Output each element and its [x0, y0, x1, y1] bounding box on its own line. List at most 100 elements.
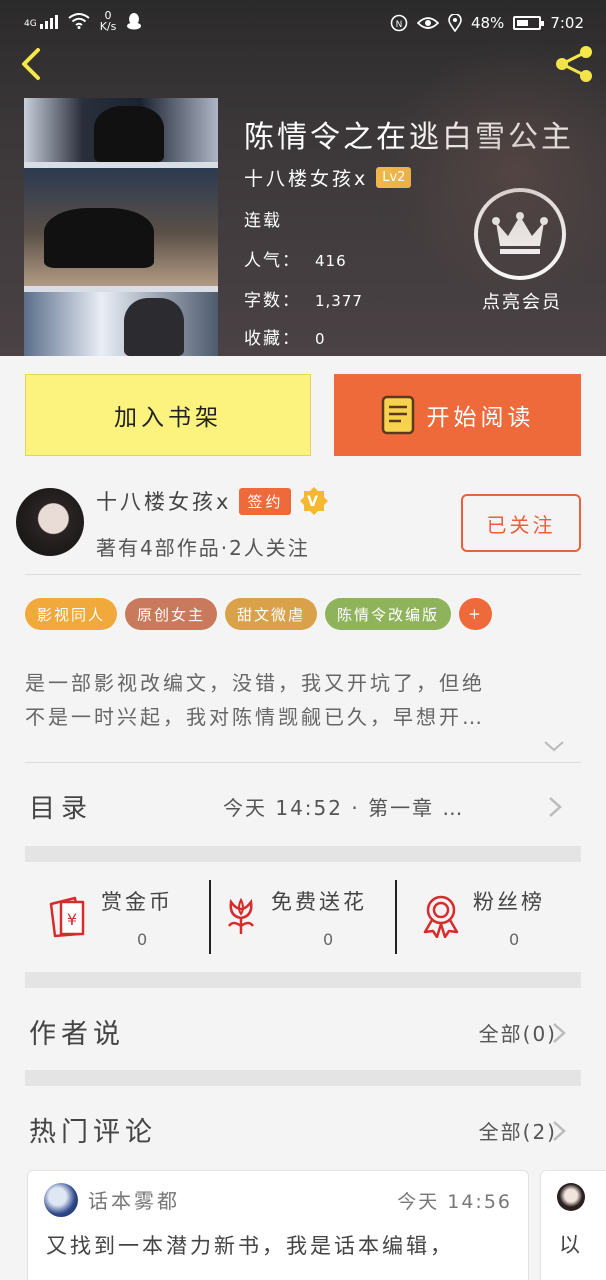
word-count-stat: 字数： 1,377: [244, 286, 363, 311]
favorites-value: 0: [315, 330, 326, 348]
section-gap: [25, 846, 581, 862]
red-envelope-icon: ¥: [49, 896, 85, 938]
gold-coin-reward[interactable]: ¥ 赏金币 0: [25, 880, 209, 954]
comment-card[interactable]: 以: [540, 1170, 606, 1280]
status-bar: 4G 0 K/s N 48% 7:02: [0, 0, 606, 50]
battery-icon: [513, 16, 545, 30]
tag-chip[interactable]: 影视同人: [25, 598, 118, 630]
reward-count: 0: [509, 930, 520, 949]
tag-list: 影视同人 原创女主 甜文微虐 陈情令改编版 +: [25, 598, 492, 630]
chevron-down-icon[interactable]: [542, 736, 566, 756]
share-button[interactable]: [552, 44, 596, 84]
author-name[interactable]: 十八楼女孩x: [96, 486, 231, 516]
book-icon: [381, 395, 414, 435]
tag-chip[interactable]: 原创女主: [125, 598, 218, 630]
follow-button[interactable]: 已关注: [461, 494, 581, 552]
author-name-row: 十八楼女孩x 签约 V: [96, 486, 329, 516]
divider: [25, 762, 581, 763]
more-tags-button[interactable]: +: [459, 598, 492, 630]
description-line: 是一部影视改编文，没错，我又开坑了，但绝: [25, 671, 485, 695]
start-reading-label: 开始阅读: [426, 405, 535, 431]
comment-text: 以: [559, 1233, 580, 1257]
tag-chip[interactable]: 陈情令改编版: [325, 598, 452, 630]
book-author-line: 十八楼女孩x Lv2: [244, 164, 412, 191]
book-description[interactable]: 是一部影视改编文，没错，我又开坑了，但绝 不是一时兴起，我对陈情觊觎已久，早想开…: [25, 666, 581, 734]
fan-ranking[interactable]: 粉丝榜 0: [397, 880, 581, 954]
section-gap: [25, 1070, 581, 1086]
hot-comments-row[interactable]: 热门评论 全部(2): [25, 1092, 581, 1164]
level-badge: Lv2: [376, 167, 412, 188]
start-reading-button[interactable]: 开始阅读: [334, 374, 581, 456]
network-speed: 0 K/s: [100, 10, 117, 32]
vip-label: 点亮会员: [482, 292, 562, 313]
battery-percent: 48%: [470, 14, 505, 32]
book-cover-image[interactable]: [24, 98, 218, 356]
svg-text:V: V: [308, 494, 322, 510]
serial-status: 连载: [244, 211, 282, 231]
popularity-label: 人气：: [244, 251, 301, 271]
book-title: 陈情令之在逃白雪公主: [244, 120, 574, 155]
vip-button[interactable]: 点亮会员: [474, 188, 570, 318]
crown-icon: [492, 212, 548, 254]
description-line: 不是一时兴起，我对陈情觊觎已久，早想开…: [25, 705, 485, 729]
word-count-value: 1,377: [315, 292, 363, 310]
free-flower-reward[interactable]: 免费送花 0: [211, 880, 395, 954]
reward-label: 免费送花: [271, 890, 367, 914]
comment-card[interactable]: 话本雾都 今天 14:56 又找到一本潜力新书，我是话本编辑，: [27, 1170, 529, 1280]
signed-badge: 签约: [239, 487, 292, 515]
eye-comfort-icon: [416, 17, 439, 29]
book-header: 4G 0 K/s N 48% 7:02 陈情令之在逃白雪公主 十八楼女孩x Lv…: [0, 0, 606, 356]
chevron-right-icon: [553, 1121, 566, 1141]
verified-v-icon: V: [300, 487, 329, 515]
status-left: 4G 0 K/s: [24, 10, 142, 32]
favorites-label: 收藏：: [244, 329, 301, 349]
medal-icon: [423, 895, 459, 938]
author-says-row[interactable]: 作者说 全部(0): [25, 994, 581, 1066]
hot-comments-label: 热门评论: [29, 1117, 157, 1148]
follow-label: 已关注: [486, 512, 556, 537]
add-to-shelf-button[interactable]: 加入书架: [25, 374, 311, 456]
svg-text:¥: ¥: [67, 910, 77, 929]
tag-chip[interactable]: 甜文微虐: [225, 598, 318, 630]
divider: [25, 574, 581, 575]
catalog-row[interactable]: 目录 今天 14:52 · 第一章 …: [25, 764, 581, 846]
book-detail-screen: 4G 0 K/s N 48% 7:02 陈情令之在逃白雪公主 十八楼女孩x Lv…: [0, 0, 606, 1280]
favorites-stat: 收藏： 0: [244, 324, 326, 349]
chevron-left-icon: [22, 48, 40, 80]
add-to-shelf-label: 加入书架: [114, 405, 222, 431]
svg-text:N: N: [396, 20, 403, 30]
chevron-right-icon: [549, 797, 562, 817]
status-right: N 48% 7:02: [390, 14, 584, 32]
signal-icon: 4G: [24, 13, 58, 29]
wifi-icon: [68, 13, 90, 29]
section-gap: [25, 972, 581, 988]
share-icon: [556, 46, 592, 82]
author-says-all: 全部(0): [478, 1022, 557, 1046]
author-says-label: 作者说: [29, 1019, 125, 1050]
clock: 7:02: [550, 14, 584, 32]
book-author[interactable]: 十八楼女孩x: [244, 164, 368, 191]
speed-unit: K/s: [99, 20, 117, 33]
reward-label: 赏金币: [101, 890, 173, 914]
commenter-avatar[interactable]: [44, 1183, 78, 1217]
popularity-value: 416: [315, 252, 347, 270]
qq-icon: [127, 13, 142, 30]
vip-ring: [474, 188, 566, 280]
nfc-icon: N: [390, 14, 408, 32]
author-works-count: 著有4部作品·2人关注: [96, 536, 310, 560]
catalog-label: 目录: [29, 794, 94, 824]
network-type: 4G: [24, 19, 37, 29]
word-count-label: 字数：: [244, 291, 301, 311]
commenter-name[interactable]: 话本雾都: [88, 1185, 180, 1214]
reward-count: 0: [137, 930, 148, 949]
latest-chapter: 今天 14:52 · 第一章 …: [223, 796, 465, 820]
back-button[interactable]: [16, 44, 52, 84]
comment-time: 今天 14:56: [397, 1191, 512, 1213]
hot-comments-all: 全部(2): [478, 1120, 557, 1144]
author-avatar[interactable]: [16, 488, 84, 556]
reward-label: 粉丝榜: [473, 890, 545, 914]
reward-count: 0: [323, 930, 334, 949]
commenter-avatar[interactable]: [557, 1183, 585, 1211]
location-icon: [448, 14, 462, 32]
flower-icon: [227, 897, 255, 934]
